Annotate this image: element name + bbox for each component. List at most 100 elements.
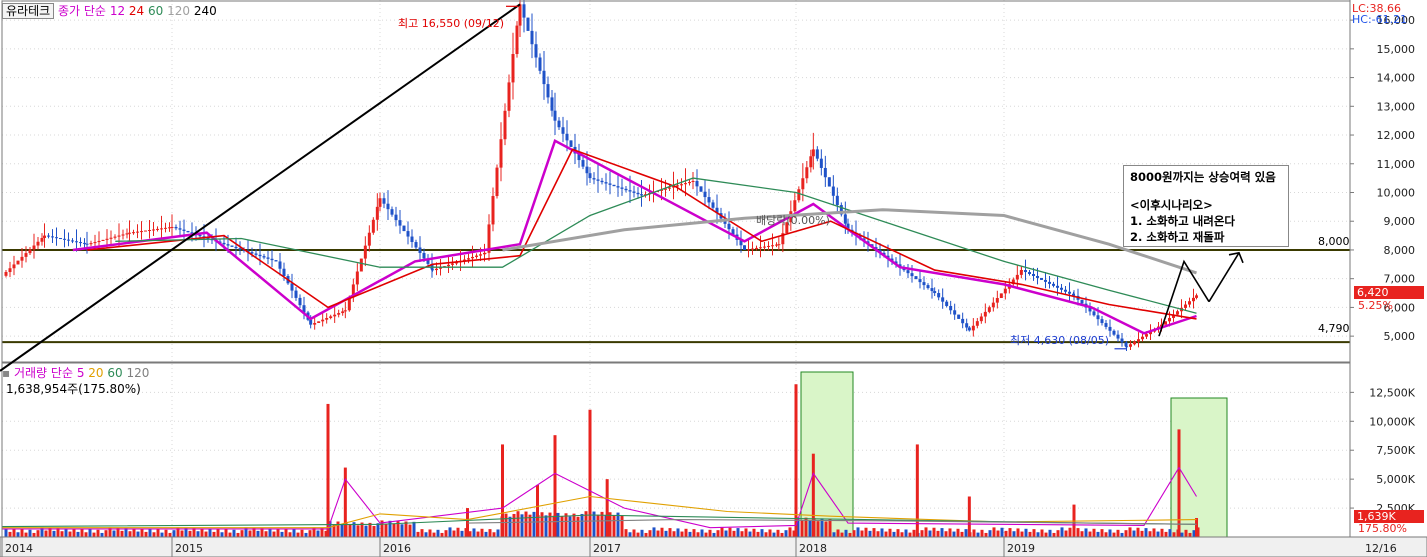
candle-body [688,181,691,184]
volume-bar [256,530,260,537]
volume-spike-bar [536,484,539,537]
volume-bar [1024,528,1028,537]
volume-bar [628,532,632,537]
candle-body [592,178,596,180]
volume-bar [408,524,412,537]
price-tick-label: 10,000 [1377,186,1416,199]
scenario-1: 1. 소화하고 내려온다 [1130,214,1236,228]
candle-body [178,228,182,230]
volume-bar [776,529,780,537]
time-tick-label: 2014 [5,542,33,555]
volume-bar [748,531,752,537]
volume-bar [976,532,980,537]
candle-body [695,181,699,187]
candle-body [1036,275,1039,278]
volume-bar [904,529,908,537]
candle-body [266,257,270,259]
volume-title: 거래량 [13,366,48,380]
candle-body [32,245,36,250]
candle-body [1192,297,1195,302]
candle-body [581,160,585,167]
volume-bar [200,528,204,537]
candle-body [117,235,121,237]
volume-bar [1060,527,1064,537]
volume-bar [880,528,884,537]
volume-bar [68,531,72,537]
candle-body [1195,295,1198,298]
candle-body [569,140,573,147]
last-change: 5.25% [1358,299,1393,312]
candle-body [561,127,565,134]
volume-bar [100,532,104,537]
candle-body [1092,311,1096,316]
volume-bar [648,530,652,537]
candle-body [534,44,538,58]
candle-body [93,242,97,244]
candle-body [999,293,1003,299]
ma-period-60: 60 [103,366,123,380]
candle-body [975,321,979,326]
volume-bar [432,532,436,537]
candle-body [565,133,569,141]
volume-bar [724,530,728,537]
candle-body [1015,274,1019,280]
candle-body [801,178,805,190]
volume-bar [752,528,756,537]
volume-bar [356,525,360,537]
volume-spike-bar [811,453,815,537]
candle-body [793,200,797,212]
volume-tick-label: 10,000K [1369,415,1415,428]
volume-bar [388,520,392,537]
candle-body [85,243,89,245]
candle-body [378,198,382,207]
candle-body [71,240,74,242]
candle-body [763,246,766,248]
volume-bar [936,530,940,537]
volume-bar [1096,531,1100,537]
candle-body [152,229,155,231]
volume-bar [476,531,480,537]
candle-body [755,247,758,249]
candle-body [491,196,495,225]
volume-bar [240,530,244,537]
volume-bar [156,529,160,537]
volume-bar [672,531,676,537]
candle-body [371,219,375,233]
ma-line-24 [86,148,1197,320]
volume-bar [292,529,296,537]
candle-body [1141,336,1144,340]
candle-body [414,242,418,248]
candle-body [140,231,143,233]
volume-bar [188,530,192,537]
volume-bar [760,529,764,537]
candle-body [503,110,507,140]
candle-body [640,194,643,196]
volume-bar [832,532,836,537]
volume-bar [824,521,828,537]
candle-body [156,228,159,230]
candle-body [337,313,341,315]
volume-bar [772,532,776,537]
stock-chart[interactable]: 5,0006,0007,0008,0009,00010,00011,00012,… [0,0,1427,557]
candle-body [949,305,953,311]
candle-body [422,252,426,259]
candle-body [983,311,987,317]
volume-bar [1028,531,1032,537]
volume-tick-label: 7,500K [1376,444,1415,457]
volume-bar [696,532,700,537]
volume-bar [80,529,84,537]
time-tick-label: 2015 [175,542,203,555]
candle-body [668,187,671,189]
candle-body [132,232,135,234]
time-axis-bar [0,536,1427,557]
volume-bar [1132,530,1136,537]
volume-bar [932,527,936,537]
candle-body [1068,291,1071,294]
volume-bar [1084,528,1088,537]
candle-body [382,198,386,204]
price-tick-label: 14,000 [1377,72,1416,85]
price-tick-label: 8,000 [1384,244,1416,257]
volume-bar [228,532,232,537]
stock-name[interactable]: 유라테크 [2,3,55,19]
candle-body [1020,270,1023,272]
